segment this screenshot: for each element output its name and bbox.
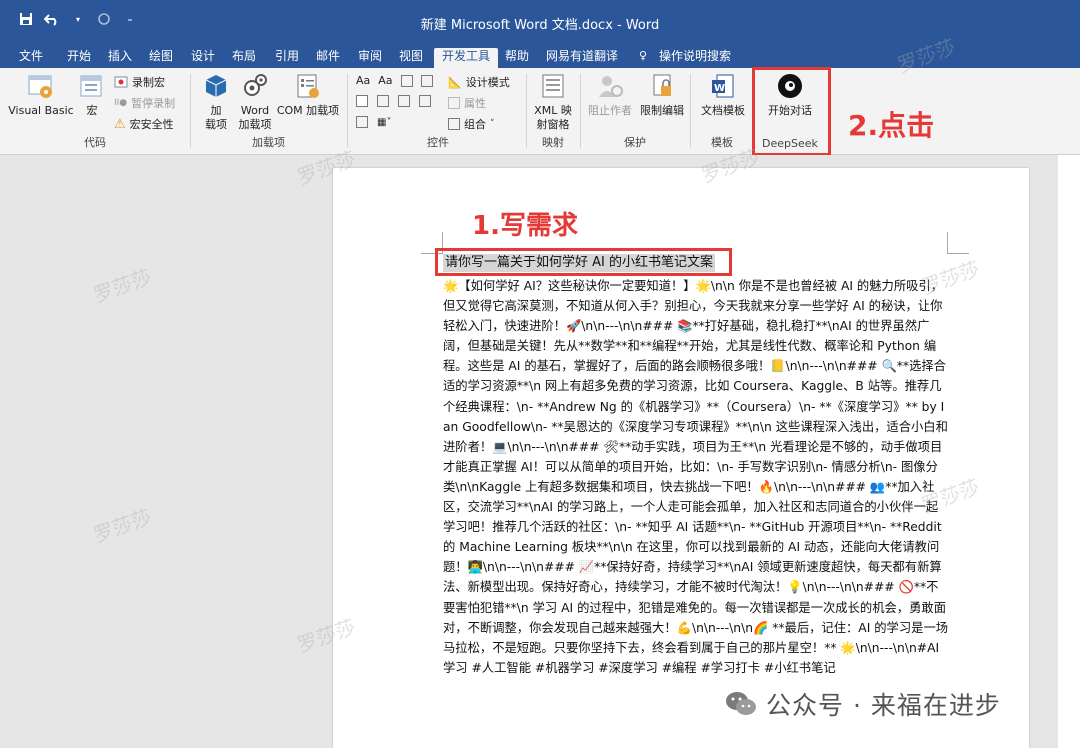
annotation-step1: 1.写需求 (472, 211, 578, 241)
macros-icon (80, 75, 102, 97)
tab-insert[interactable]: 插入 (105, 48, 135, 68)
group-label-addins: 加载项 (252, 136, 285, 149)
checkbox-control-icon[interactable] (356, 95, 368, 107)
content-controls-row2 (356, 95, 431, 107)
wechat-brand: 公众号 · 来福在进步 (724, 686, 1001, 722)
restrict-editing-button[interactable]: 限制编辑 (637, 72, 687, 118)
design-mode-button[interactable]: 📐 设计模式 (448, 74, 510, 90)
generated-note-text[interactable]: 🌟【如何学好 AI？这些秘诀你一定要知道！】🌟\n\n 你是不是也曾经被 AI … (443, 276, 949, 678)
group-protect: 阻止作者 限制编辑 保护 (581, 68, 689, 154)
repeating-section-control-icon[interactable] (356, 116, 368, 128)
group-label-code: 代码 (84, 136, 106, 149)
group-icon (448, 118, 460, 130)
lock-icon (653, 74, 671, 96)
group-label-mapping: 映射 (542, 136, 564, 149)
block-authors-icon (599, 76, 623, 97)
group-label-controls: 控件 (427, 136, 449, 149)
ribbon-tabs: 文件 开始 插入 绘图 设计 布局 引用 邮件 审阅 视图 开发工具 帮助 网易… (0, 44, 1080, 68)
visual-basic-button[interactable]: Visual Basic (8, 72, 74, 118)
com-addins-button[interactable]: COM 加载项 (273, 72, 343, 118)
annotation-box-deepseek (752, 67, 831, 156)
building-block-control-icon[interactable] (420, 74, 433, 87)
wechat-icon (726, 692, 756, 715)
group-mapping: XML 映射窗格 映射 (527, 68, 579, 154)
store-icon (205, 75, 227, 97)
date-picker-control-icon[interactable] (419, 95, 431, 107)
group-templates: W 文档模板 模板 (691, 68, 753, 154)
combo-box-control-icon[interactable] (377, 95, 389, 107)
annotation-box-prompt (435, 248, 732, 276)
design-mode-icon: 📐 (448, 75, 462, 89)
rich-text-control-icon[interactable]: Aa (356, 74, 370, 87)
tell-me-search[interactable]: 操作说明搜索 (656, 48, 734, 68)
xml-mapping-icon (542, 74, 564, 98)
title-bar: ▾ ₌ 新建 Microsoft Word 文档.docx - Word (0, 0, 1080, 44)
tab-references[interactable]: 引用 (272, 48, 302, 68)
tab-design[interactable]: 设计 (188, 48, 218, 68)
tab-file[interactable]: 文件 (16, 48, 46, 68)
svg-text:W: W (714, 83, 725, 94)
tab-help[interactable]: 帮助 (502, 48, 532, 68)
tab-draw[interactable]: 绘图 (146, 48, 176, 68)
margin-corner-right (947, 232, 969, 254)
addins-button[interactable]: 加载项 (195, 72, 237, 132)
picture-control-icon[interactable] (400, 74, 413, 87)
block-authors-button: 阻止作者 (585, 72, 635, 118)
legacy-tools-icon[interactable]: ▦˅ (377, 117, 391, 128)
group-controls: Aa Aa ▦˅ 📐 设计模式 属性 组合 ˅ 控件 (348, 68, 528, 154)
tab-mailings[interactable]: 邮件 (313, 48, 343, 68)
group-label-protect: 保护 (624, 136, 646, 149)
visual-basic-icon (28, 75, 52, 98)
macro-security-button[interactable]: ⚠ 宏安全性 (114, 116, 174, 132)
record-macro-button[interactable]: 录制宏 (114, 74, 165, 90)
document-template-button[interactable]: W 文档模板 (695, 72, 751, 118)
tab-developer[interactable]: 开发工具 (434, 48, 498, 68)
pause-icon: II● (114, 98, 128, 108)
annotation-step2: 2.点击 (848, 109, 935, 142)
properties-icon (448, 97, 460, 109)
word-addins-button[interactable]: Word 加载项 (235, 72, 275, 132)
group-label-templates: 模板 (711, 136, 733, 149)
gear-icon (244, 74, 267, 96)
group-code: Visual Basic 宏 录制宏 II● 暂停录制 ⚠ 宏安全性 代码 (0, 68, 190, 154)
com-addins-icon (297, 74, 319, 98)
pause-recording-button: II● 暂停录制 (114, 97, 176, 110)
warning-icon: ⚠ (114, 116, 126, 132)
brand-text: 公众号 · 来福在进步 (766, 691, 1001, 720)
properties-button: 属性 (448, 95, 486, 111)
lightbulb-icon: ♀ (639, 49, 648, 62)
right-pane-edge (1058, 155, 1080, 748)
content-controls-row1: Aa Aa (356, 74, 433, 87)
tab-review[interactable]: 审阅 (355, 48, 385, 68)
window-title: 新建 Microsoft Word 文档.docx - Word (420, 18, 660, 33)
xml-mapping-pane-button[interactable]: XML 映射窗格 (529, 72, 577, 132)
dropdown-control-icon[interactable] (398, 95, 410, 107)
record-macro-icon (114, 76, 128, 88)
tab-layout[interactable]: 布局 (229, 48, 259, 68)
content-controls-row3: ▦˅ (356, 116, 391, 128)
tab-home[interactable]: 开始 (64, 48, 94, 68)
tab-view[interactable]: 视图 (396, 48, 426, 68)
plain-text-control-icon[interactable]: Aa (378, 74, 392, 87)
macros-button[interactable]: 宏 (78, 72, 106, 118)
group-addins: 加载项 Word 加载项 COM 加载项 加载项 (191, 68, 346, 154)
tab-youdao-translate[interactable]: 网易有道翻译 (543, 48, 621, 68)
group-button[interactable]: 组合 ˅ (448, 116, 495, 132)
word-document-icon: W (712, 74, 734, 98)
chevron-down-icon: ˅ (490, 119, 495, 129)
